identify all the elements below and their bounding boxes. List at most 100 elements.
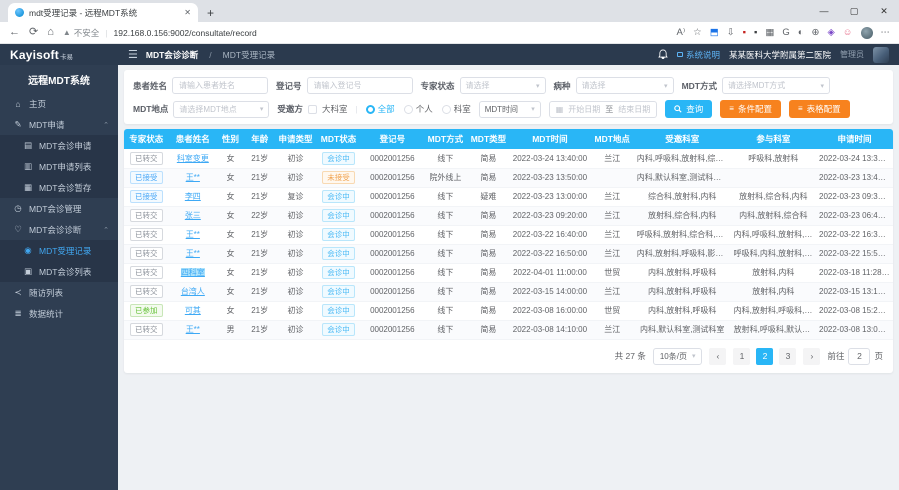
extension-icon[interactable]: ▪ xyxy=(743,28,746,38)
patient-name-link[interactable]: 可其 xyxy=(185,306,201,315)
reader-icon[interactable]: A⁾ xyxy=(676,28,685,38)
tab-close-icon[interactable]: ✕ xyxy=(184,8,191,17)
refresh-icon[interactable]: ⟳ xyxy=(29,27,38,38)
patient-name-input[interactable] xyxy=(172,77,268,94)
favorite-star-icon[interactable]: ☆ xyxy=(693,28,702,38)
download-icon[interactable]: ⇩ xyxy=(727,28,735,38)
collapse-menu-icon[interactable]: ☰ xyxy=(128,48,138,61)
invitee-radio-科室[interactable]: 科室 xyxy=(442,103,471,115)
patient-name-link[interactable]: 科室变更 xyxy=(177,154,209,163)
patient-name-link[interactable]: 李四 xyxy=(185,192,201,201)
prev-page-button[interactable]: ‹ xyxy=(709,348,726,365)
sidebar-item-mdt-accept-record[interactable]: ◉MDT受理记录 xyxy=(0,240,118,261)
patient-name-link[interactable]: 王** xyxy=(186,325,200,334)
big-dept-checkbox[interactable] xyxy=(308,105,317,114)
cell-mdt_type: 简易 xyxy=(468,206,510,225)
chevron-down-icon: ▾ xyxy=(536,82,540,90)
cell-invited_depts: 综合科,放射科,内科 xyxy=(634,187,731,206)
extension-icon[interactable]: ⊕ xyxy=(812,28,820,38)
invitee-radio-个人[interactable]: 个人 xyxy=(404,103,433,115)
cell-mdt_type: 简易 xyxy=(468,168,510,187)
security-warning[interactable]: ▲ 不安全 xyxy=(63,27,99,39)
cell-join_depts: 内科,放射科,综合科 xyxy=(731,206,816,225)
cell-apply_type: 初诊 xyxy=(275,263,315,282)
extension-icon[interactable]: ☺ xyxy=(843,28,853,38)
patient-name-link[interactable]: 王** xyxy=(186,173,200,182)
cell-mdt_type: 简易 xyxy=(468,244,510,263)
sidebar-item-mdt-apply-list[interactable]: ▥MDT申请列表 xyxy=(0,156,118,177)
table-row: 已接受李四女21岁复诊会诊中0002001256线下疑难2022-03-23 1… xyxy=(124,187,893,206)
browser-tab[interactable]: mdt受理记录 - 远程MDT系统 ✕ xyxy=(8,3,198,22)
home-icon[interactable]: ⌂ xyxy=(47,27,54,38)
patient-name-link[interactable]: 张三 xyxy=(185,211,201,220)
sidebar-item-mdt-consult-manage[interactable]: ◷MDT会诊管理 xyxy=(0,198,118,219)
expert-status-select[interactable]: 请选择 ▾ xyxy=(460,77,546,94)
condition-config-button[interactable]: ≡ 条件配置 xyxy=(720,100,781,118)
extension-icon[interactable]: ▪ xyxy=(754,28,757,38)
cell-register_no: 0002001256 xyxy=(362,206,424,225)
search-button[interactable]: 查询 xyxy=(665,100,712,118)
back-icon[interactable]: ← xyxy=(9,27,20,38)
cell-name: 李四 xyxy=(169,187,217,206)
cell-mdt_place: 世贸 xyxy=(591,263,634,282)
browser-menu-icon[interactable]: ⋯ xyxy=(881,28,891,38)
window-maximize-button[interactable]: ▢ xyxy=(839,0,869,22)
register-no-input[interactable] xyxy=(307,77,413,94)
cell-apply_type: 初诊 xyxy=(275,320,315,339)
cell-mdt_status: 会诊中 xyxy=(315,225,361,244)
sidebar-item-home[interactable]: ⌂主页 xyxy=(0,93,118,114)
mdt-mode-select[interactable]: 请选择MDT方式 ▾ xyxy=(722,77,830,94)
table-header-row: 专家状态患者姓名性别年龄申请类型MDT状态登记号MDT方式MDT类型MDT时间M… xyxy=(124,129,893,149)
sidebar-item-mdt-consult-diag[interactable]: ♡MDT会诊诊断⌃ xyxy=(0,219,118,240)
date-range-picker[interactable]: ▦ 开始日期 至 结束日期 xyxy=(549,101,658,118)
cell-mdt_status: 会诊中 xyxy=(315,187,361,206)
new-tab-button[interactable]: + xyxy=(207,7,214,19)
patient-name-link[interactable]: 王** xyxy=(186,249,200,258)
big-dept-checkbox-label[interactable]: 大科室 xyxy=(322,103,348,115)
disease-select[interactable]: 请选择 ▾ xyxy=(576,77,674,94)
status-badge: 会诊中 xyxy=(322,285,355,298)
page-button-3[interactable]: 3 xyxy=(779,348,796,365)
extension-icon[interactable]: ▦ xyxy=(765,28,774,38)
sidebar-item-mdt-consult-list[interactable]: ▣MDT会诊列表 xyxy=(0,261,118,282)
cell-apply_time: 2022-03-24 13:37:44 xyxy=(816,149,893,168)
browser-profile-avatar[interactable] xyxy=(861,27,873,39)
page-size-select[interactable]: 10条/页 ▾ xyxy=(653,348,703,365)
window-close-button[interactable]: ✕ xyxy=(869,0,899,22)
breadcrumb-section[interactable]: MDT会诊诊断 xyxy=(146,49,198,61)
patient-name-link[interactable]: 四科室 xyxy=(181,268,205,277)
patient-name-link[interactable]: 王** xyxy=(186,230,200,239)
time-type-select[interactable]: MDT时间 ▾ xyxy=(479,101,541,118)
extension-icon[interactable]: G xyxy=(782,28,789,38)
patient-name-link[interactable]: 台湾人 xyxy=(181,287,205,296)
bell-icon[interactable] xyxy=(658,49,668,60)
url-field[interactable]: ▲ 不安全 | 192.168.0.156:9002/consultate/re… xyxy=(63,27,668,39)
sidebar-item-followup-list[interactable]: ≺随访列表 xyxy=(0,282,118,303)
radio-label: 科室 xyxy=(454,103,471,115)
list-icon: ▥ xyxy=(23,161,33,172)
table-row: 已接受王**女21岁初诊未接受0002001256院外线上简易2022-03-2… xyxy=(124,168,893,187)
cell-mdt_status: 会诊中 xyxy=(315,282,361,301)
sidebar-item-mdt-apply[interactable]: ✎MDT申请⌃ xyxy=(0,114,118,135)
chevron-up-icon: ⌃ xyxy=(103,121,109,129)
page-button-2[interactable]: 2 xyxy=(756,348,773,365)
sidebar-item-mdt-consult-apply[interactable]: ▤MDT会诊申请 xyxy=(0,135,118,156)
extension-icon[interactable]: ◈ xyxy=(827,28,834,38)
status-badge: 会诊中 xyxy=(322,323,355,336)
sidebar-item-mdt-consult-draft[interactable]: ▦MDT会诊暂存 xyxy=(0,177,118,198)
collections-icon[interactable]: ⬒ xyxy=(710,28,719,38)
filter-panel: 患者姓名 登记号 专家状态 请选择 ▾ 病种 请选 xyxy=(124,70,893,124)
cell-mdt_mode: 线下 xyxy=(423,225,468,244)
page-button-1[interactable]: 1 xyxy=(733,348,750,365)
window-minimize-button[interactable]: — xyxy=(809,0,839,22)
user-avatar[interactable] xyxy=(873,47,889,63)
sidebar-item-data-stats[interactable]: ≣数据统计 xyxy=(0,303,118,324)
system-help-link[interactable]: 系统说明 xyxy=(677,49,720,61)
goto-page-input[interactable] xyxy=(848,348,870,365)
next-page-button[interactable]: › xyxy=(803,348,820,365)
extension-icon[interactable]: ◐ xyxy=(798,28,804,38)
invitee-radio-全部[interactable]: 全部 xyxy=(366,103,395,115)
cell-name: 可其 xyxy=(169,301,217,320)
mdt-place-select[interactable]: 请选择MDT地点 ▾ xyxy=(173,101,269,118)
table-config-button[interactable]: ≡ 表格配置 xyxy=(789,100,850,118)
